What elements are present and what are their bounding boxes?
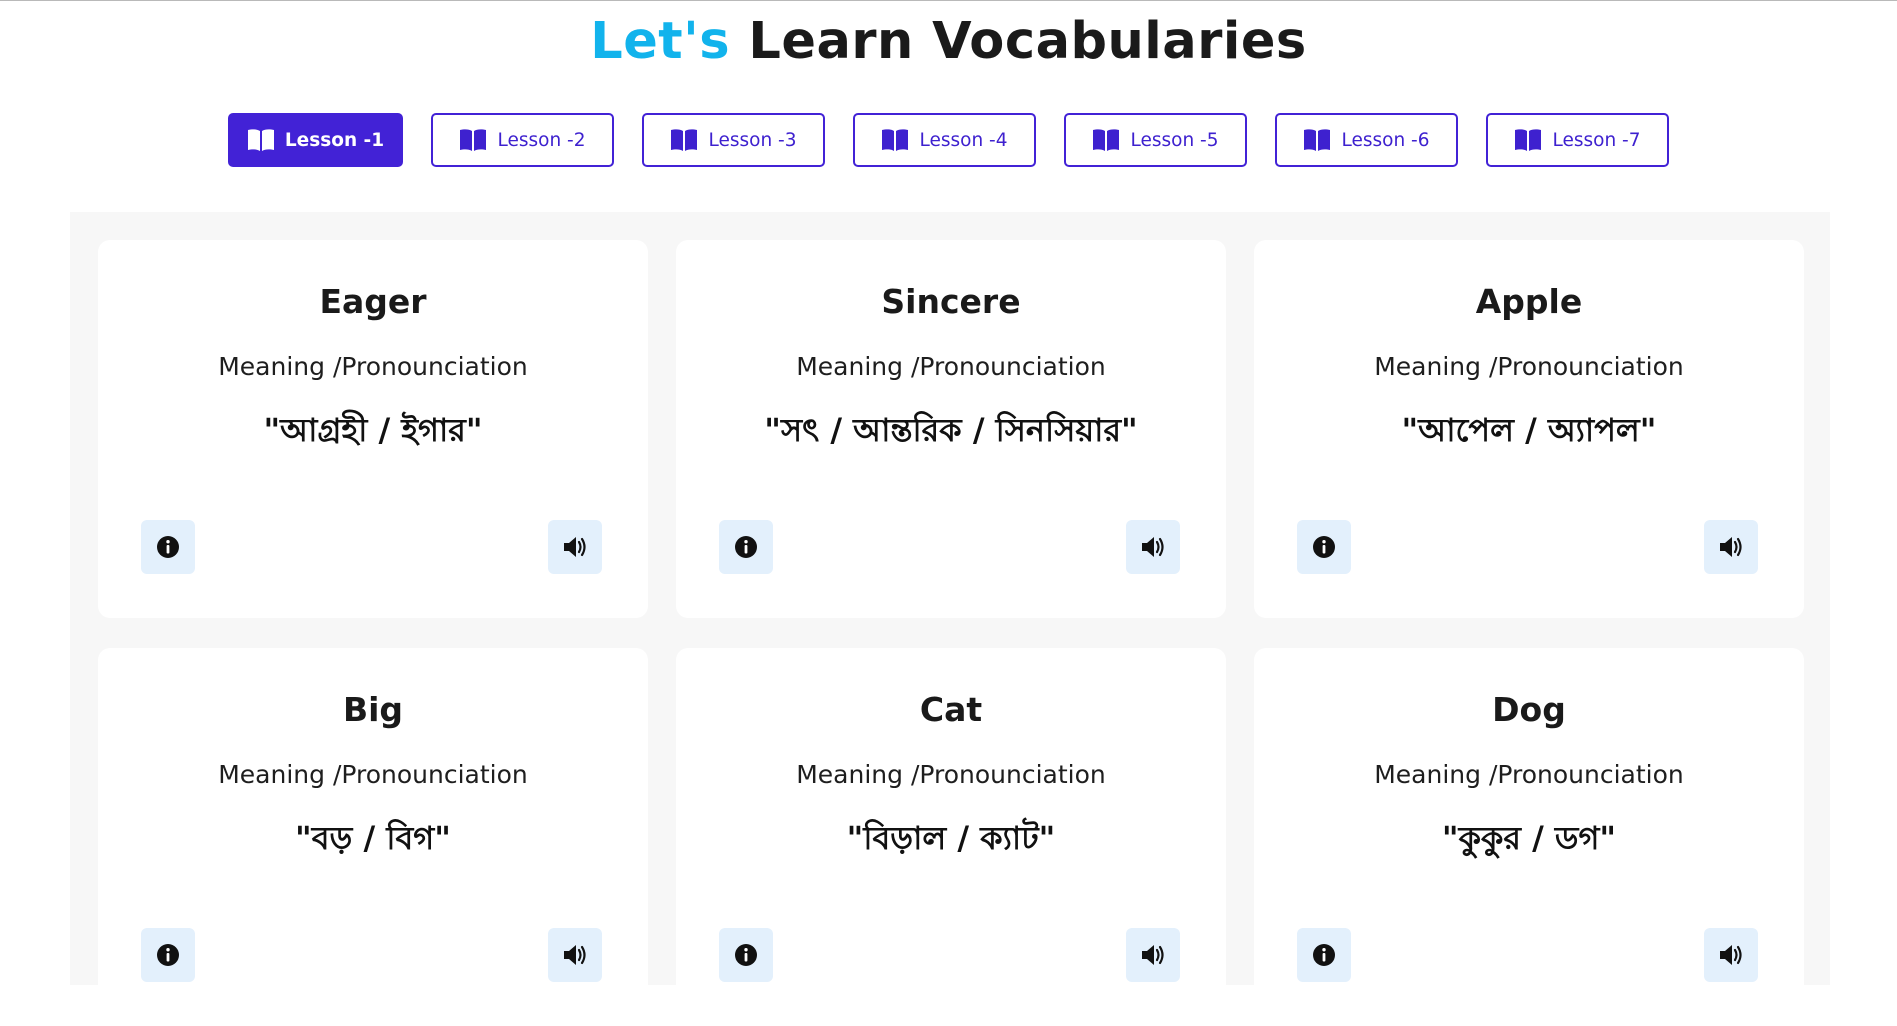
vocabulary-panel: Eager Meaning /Pronounciation "আগ্রহী / … [70, 212, 1830, 1026]
lesson-2-button[interactable]: Lesson -2 [431, 113, 614, 167]
page-title-main: Learn Vocabularies [748, 12, 1307, 71]
lesson-4-label: Lesson -4 [919, 129, 1008, 151]
lesson-7-button[interactable]: Lesson -7 [1486, 113, 1669, 167]
meaning-label: Meaning /Pronounciation [1374, 352, 1684, 381]
vocab-card-cat: Cat Meaning /Pronounciation "বিড়াল / ক্… [676, 648, 1226, 1026]
lesson-tabs: Lesson -1 Lesson -2 Lesson -3 Lesson -4 … [0, 113, 1897, 167]
meaning-text: "বড় / বিগ" [295, 819, 451, 857]
pronounce-audio-button[interactable] [1126, 520, 1180, 574]
vocab-card-eager: Eager Meaning /Pronounciation "আগ্রহী / … [98, 240, 648, 618]
lesson-1-button[interactable]: Lesson -1 [228, 113, 403, 167]
info-button[interactable] [1297, 520, 1351, 574]
pronounce-audio-button[interactable] [1126, 928, 1180, 982]
meaning-text: "বিড়াল / ক্যাট" [846, 819, 1056, 857]
vocab-card-dog: Dog Meaning /Pronounciation "কুকুর / ডগ" [1254, 648, 1804, 1026]
meaning-text: "সৎ / আন্তরিক / সিনসিয়ার" [764, 411, 1138, 449]
vocab-word: Big [342, 690, 404, 729]
info-icon [1313, 944, 1335, 966]
window-top-border [0, 0, 1897, 5]
lesson-6-label: Lesson -6 [1341, 129, 1430, 151]
speaker-icon [1720, 537, 1742, 557]
lesson-3-label: Lesson -3 [708, 129, 797, 151]
meaning-label: Meaning /Pronounciation [796, 760, 1106, 789]
vocab-word: Sincere [881, 282, 1021, 321]
book-open-icon [670, 128, 698, 152]
vocab-card-apple: Apple Meaning /Pronounciation "আপেল / অ্… [1254, 240, 1804, 618]
book-open-icon [1303, 128, 1331, 152]
pronounce-audio-button[interactable] [548, 928, 602, 982]
vocab-card-sincere: Sincere Meaning /Pronounciation "সৎ / আন… [676, 240, 1226, 618]
info-button[interactable] [1297, 928, 1351, 982]
info-icon [157, 536, 179, 558]
pronounce-audio-button[interactable] [1704, 520, 1758, 574]
meaning-label: Meaning /Pronounciation [218, 760, 528, 789]
lesson-4-button[interactable]: Lesson -4 [853, 113, 1036, 167]
meaning-text: "কুকুর / ডগ" [1441, 819, 1617, 857]
vocab-word: Dog [1492, 690, 1566, 729]
info-icon [735, 536, 757, 558]
page-title-accent: Let's [590, 12, 731, 71]
vocabulary-grid: Eager Meaning /Pronounciation "আগ্রহী / … [98, 240, 1804, 1026]
meaning-text: "আগ্রহী / ইগার" [263, 411, 483, 449]
meaning-label: Meaning /Pronounciation [1374, 760, 1684, 789]
vocab-card-big: Big Meaning /Pronounciation "বড় / বিগ" [98, 648, 648, 1026]
info-icon [1313, 536, 1335, 558]
meaning-label: Meaning /Pronounciation [796, 352, 1106, 381]
info-icon [735, 944, 757, 966]
vocab-word: Eager [319, 282, 427, 321]
book-open-icon [1092, 128, 1120, 152]
info-icon [157, 944, 179, 966]
meaning-text: "আপেল / অ্যাপল" [1401, 411, 1657, 449]
info-button[interactable] [141, 520, 195, 574]
book-open-icon [1514, 128, 1542, 152]
pronounce-audio-button[interactable] [548, 520, 602, 574]
lesson-6-button[interactable]: Lesson -6 [1275, 113, 1458, 167]
book-open-icon [881, 128, 909, 152]
lesson-7-label: Lesson -7 [1552, 129, 1641, 151]
lesson-5-button[interactable]: Lesson -5 [1064, 113, 1247, 167]
meaning-label: Meaning /Pronounciation [218, 352, 528, 381]
info-button[interactable] [141, 928, 195, 982]
lesson-5-label: Lesson -5 [1130, 129, 1219, 151]
pronounce-audio-button[interactable] [1704, 928, 1758, 982]
info-button[interactable] [719, 520, 773, 574]
speaker-icon [1142, 945, 1164, 965]
page-title: Let's Learn Vocabularies [0, 10, 1897, 74]
lesson-1-label: Lesson -1 [284, 129, 385, 151]
book-open-icon [247, 128, 275, 152]
vocab-word: Cat [919, 690, 983, 729]
lesson-3-button[interactable]: Lesson -3 [642, 113, 825, 167]
info-button[interactable] [719, 928, 773, 982]
book-open-icon [459, 128, 487, 152]
lesson-2-label: Lesson -2 [497, 129, 586, 151]
speaker-icon [564, 537, 586, 557]
speaker-icon [1720, 945, 1742, 965]
vocab-word: Apple [1475, 282, 1583, 321]
speaker-icon [1142, 537, 1164, 557]
speaker-icon [564, 945, 586, 965]
